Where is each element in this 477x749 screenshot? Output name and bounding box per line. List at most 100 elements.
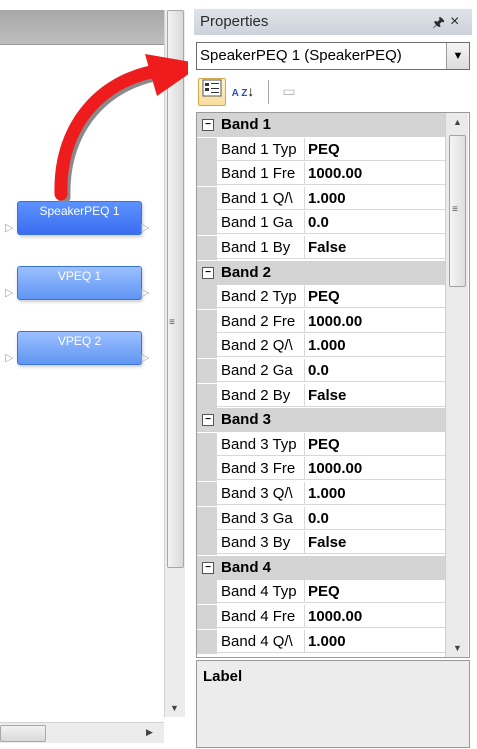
collapse-icon[interactable]: − [202, 266, 214, 279]
scroll-right-icon[interactable]: ▶ [146, 727, 153, 738]
property-value[interactable]: 1.000 [305, 482, 445, 505]
property-value[interactable]: 0.0 [305, 507, 445, 530]
property-name[interactable]: Band 2 Ga [217, 359, 305, 382]
scroll-thumb[interactable] [0, 725, 46, 742]
pin-icon[interactable]: 🖈 [432, 9, 445, 35]
input-port-icon[interactable]: ▷ [5, 351, 13, 364]
property-value[interactable]: 1.000 [305, 334, 445, 358]
output-port-icon[interactable]: ▷ [141, 286, 149, 299]
property-row[interactable]: Band 2 Ga 0.0 [197, 359, 445, 383]
design-canvas[interactable]: SpeakerPEQ 1 ▷ ▷ VPEQ 1 ▷ ▷ VPEQ 2 ▷ ▷ ≡… [0, 0, 203, 749]
alphabetical-sort-icon[interactable]: A Z↓ [230, 78, 256, 104]
panel-title: Properties [200, 13, 269, 30]
property-row[interactable]: Band 4 Q/\ 1.000 [197, 629, 445, 654]
output-port-icon[interactable]: ▷ [141, 221, 149, 234]
row-gutter [197, 186, 217, 211]
property-value[interactable]: False [305, 531, 445, 555]
property-name[interactable]: Band 1 Ga [217, 211, 305, 235]
property-value[interactable]: 1.000 [305, 187, 445, 210]
chevron-down-icon[interactable]: ▼ [446, 43, 469, 69]
property-row[interactable]: Band 2 Fre 1000.00 [197, 309, 445, 334]
property-row[interactable]: Band 3 Typ PEQ [197, 432, 445, 457]
canvas-header-bar [0, 10, 164, 45]
close-icon[interactable]: × [450, 9, 459, 35]
property-row[interactable]: Band 2 By False [197, 383, 445, 408]
category-label: Band 3 [221, 411, 272, 429]
category-row[interactable]: − Band 1 [197, 113, 445, 137]
block-vpeq-1[interactable]: VPEQ 1 [17, 266, 142, 300]
property-row[interactable]: Band 2 Typ PEQ [197, 285, 445, 310]
output-port-icon[interactable]: ▷ [141, 351, 149, 364]
property-row[interactable]: Band 2 Q/\ 1.000 [197, 334, 445, 359]
property-row[interactable]: Band 1 Q/\ 1.000 [197, 186, 445, 211]
property-value[interactable]: 1.000 [305, 630, 445, 653]
property-pages-icon[interactable]: ▭ [276, 78, 302, 104]
scroll-up-icon[interactable]: ▲ [453, 117, 462, 127]
row-gutter [197, 605, 217, 629]
property-name[interactable]: Band 2 Fre [217, 309, 305, 333]
category-row[interactable]: − Band 2 [197, 260, 445, 285]
property-name[interactable]: Band 4 Q/\ [217, 629, 305, 653]
property-row[interactable]: Band 1 Fre 1000.00 [197, 162, 445, 187]
property-name[interactable]: Band 2 By [217, 383, 305, 407]
property-name[interactable]: Band 1 By [217, 236, 305, 259]
property-name[interactable]: Band 3 Typ [217, 432, 305, 456]
property-value[interactable]: PEQ [305, 138, 445, 161]
property-value[interactable]: False [305, 384, 445, 407]
property-name[interactable]: Band 4 Fre [217, 605, 305, 628]
property-row[interactable]: Band 1 By False [197, 236, 445, 260]
property-row[interactable]: Band 3 Q/\ 1.000 [197, 482, 445, 506]
property-value[interactable]: 1000.00 [305, 310, 445, 333]
canvas-horizontal-scrollbar[interactable]: ▶ [0, 722, 164, 743]
property-value[interactable]: PEQ [305, 433, 445, 456]
property-value[interactable]: PEQ [305, 580, 445, 604]
property-row[interactable]: Band 4 Fre 1000.00 [197, 605, 445, 629]
categorized-icon[interactable] [198, 78, 226, 106]
property-value[interactable]: 1000.00 [305, 605, 445, 628]
property-value[interactable]: PEQ [305, 285, 445, 309]
property-row[interactable]: Band 1 Typ PEQ [197, 137, 445, 162]
property-name[interactable]: Band 3 By [217, 531, 305, 555]
property-name[interactable]: Band 4 Typ [217, 580, 305, 604]
property-grid[interactable]: − Band 1 Band 1 Typ PEQ Band 1 Fre 1000.00 Ban… [196, 112, 470, 658]
input-port-icon[interactable]: ▷ [5, 286, 13, 299]
collapse-icon[interactable]: − [202, 561, 214, 574]
property-value[interactable]: 1000.00 [305, 162, 445, 186]
property-name[interactable]: Band 3 Ga [217, 506, 305, 530]
collapse-icon[interactable]: − [202, 414, 214, 427]
property-value[interactable]: 1000.00 [305, 457, 445, 481]
property-name[interactable]: Band 1 Q/\ [217, 186, 305, 210]
property-row[interactable]: Band 3 Fre 1000.00 [197, 457, 445, 482]
property-name[interactable]: Band 1 Fre [217, 162, 305, 186]
category-row[interactable]: − Band 4 [197, 555, 445, 580]
category-label: Band 2 [221, 263, 272, 281]
grid-vertical-scrollbar[interactable]: ▲ ≡ ▼ [445, 113, 468, 657]
property-row[interactable]: Band 3 Ga 0.0 [197, 506, 445, 531]
property-name[interactable]: Band 1 Typ [217, 137, 305, 161]
property-name[interactable]: Band 2 Q/\ [217, 334, 305, 358]
category-row[interactable]: − Band 3 [197, 408, 445, 433]
property-row[interactable]: Band 3 By False [197, 531, 445, 556]
property-row[interactable]: Band 1 Ga 0.0 [197, 211, 445, 236]
scroll-down-icon[interactable]: ▼ [453, 643, 462, 653]
block-speakerpeq-1[interactable]: SpeakerPEQ 1 [17, 201, 142, 235]
collapse-icon[interactable]: − [202, 119, 214, 131]
row-gutter [197, 211, 217, 236]
object-selector-dropdown[interactable]: SpeakerPEQ 1 (SpeakerPEQ) ▼ [196, 42, 470, 70]
property-name[interactable]: Band 3 Q/\ [217, 482, 305, 505]
property-name[interactable]: Band 2 Typ [217, 285, 305, 309]
property-value[interactable]: False [305, 236, 445, 259]
property-value[interactable]: 0.0 [305, 359, 445, 382]
selected-object: SpeakerPEQ 1 (SpeakerPEQ) [200, 47, 402, 64]
block-vpeq-2[interactable]: VPEQ 2 [17, 331, 142, 365]
property-value[interactable]: 0.0 [305, 211, 445, 235]
input-port-icon[interactable]: ▷ [5, 221, 13, 234]
property-name[interactable]: Band 3 Fre [217, 457, 305, 481]
row-gutter [197, 309, 217, 334]
scroll-down-icon[interactable]: ▼ [170, 703, 179, 713]
row-gutter [197, 334, 217, 359]
properties-toolbar: A Z↓ ▭ [196, 74, 468, 108]
property-row[interactable]: Band 4 Typ PEQ [197, 580, 445, 605]
row-gutter [197, 162, 217, 187]
row-gutter [197, 506, 217, 531]
